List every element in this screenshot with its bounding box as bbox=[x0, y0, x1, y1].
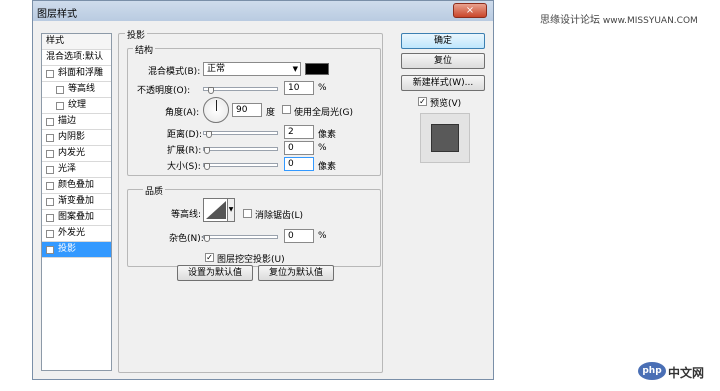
size-slider[interactable] bbox=[203, 163, 278, 170]
style-item-outer-glow[interactable]: 外发光 bbox=[42, 226, 111, 242]
antialias-checkbox[interactable] bbox=[243, 209, 252, 218]
style-item-color-overlay[interactable]: 颜色叠加 bbox=[42, 178, 111, 194]
checkbox[interactable] bbox=[46, 198, 54, 206]
angle-field[interactable]: 90 bbox=[232, 103, 262, 117]
make-default-button[interactable]: 设置为默认值 bbox=[177, 265, 253, 281]
size-field[interactable]: 0 bbox=[284, 157, 314, 171]
size-unit: 像素 bbox=[318, 162, 337, 172]
preview-checkbox[interactable]: ✓ bbox=[418, 97, 427, 106]
style-list-header[interactable]: 样式 bbox=[42, 34, 111, 50]
size-slider-thumb[interactable] bbox=[204, 163, 210, 170]
global-light-label: 使用全局光(G) bbox=[294, 108, 353, 118]
angle-unit: 度 bbox=[266, 108, 276, 118]
spread-slider[interactable] bbox=[203, 147, 278, 154]
spread-unit: % bbox=[318, 143, 327, 153]
contour-preview-icon bbox=[206, 201, 226, 219]
layer-style-dialog: 图层样式 × 样式 混合选项:默认 斜面和浮雕 等高线 纹理 描边 内阴影 内发… bbox=[32, 0, 494, 380]
checkbox[interactable] bbox=[46, 166, 54, 174]
style-item-pattern-overlay[interactable]: 图案叠加 bbox=[42, 210, 111, 226]
php-logo-text: 中文网 bbox=[668, 366, 705, 380]
opacity-field[interactable]: 10 bbox=[284, 81, 314, 95]
knockout-label: 图层挖空投影(U) bbox=[217, 255, 285, 265]
structure-title: 结构 bbox=[133, 43, 156, 56]
reset-default-button[interactable]: 复位为默认值 bbox=[258, 265, 334, 281]
preview-label: 预览(V) bbox=[430, 99, 462, 109]
distance-slider[interactable] bbox=[203, 131, 278, 138]
contour-label: 等高线: bbox=[171, 210, 202, 220]
distance-slider-thumb[interactable] bbox=[206, 131, 212, 138]
chevron-down-icon: ▼ bbox=[228, 206, 234, 213]
php-logo-badge: php bbox=[638, 362, 666, 380]
angle-dial[interactable] bbox=[203, 97, 229, 123]
style-item-gradient-overlay[interactable]: 渐变叠加 bbox=[42, 194, 111, 210]
style-preview-swatch bbox=[431, 124, 459, 152]
noise-slider-thumb[interactable] bbox=[204, 235, 210, 242]
spread-label: 扩展(R): bbox=[167, 146, 202, 156]
drop-shadow-title: 投影 bbox=[125, 28, 148, 41]
blend-mode-select[interactable]: 正常 ▼ bbox=[203, 62, 301, 76]
window-title: 图层样式 bbox=[37, 9, 77, 20]
quality-title: 品质 bbox=[143, 184, 166, 197]
opacity-slider-thumb[interactable] bbox=[208, 87, 214, 94]
blend-mode-label: 混合模式(B): bbox=[148, 67, 201, 77]
shadow-color-swatch[interactable] bbox=[305, 63, 329, 75]
php-logo: php 中文网 bbox=[638, 362, 712, 382]
style-list: 样式 混合选项:默认 斜面和浮雕 等高线 纹理 描边 内阴影 内发光 光泽 颜色… bbox=[41, 33, 112, 371]
chevron-down-icon: ▼ bbox=[292, 65, 298, 73]
angle-label: 角度(A): bbox=[165, 108, 200, 118]
spread-slider-thumb[interactable] bbox=[204, 147, 210, 154]
ok-button[interactable]: 确定 bbox=[401, 33, 485, 49]
checkbox[interactable] bbox=[56, 102, 64, 110]
style-item-inner-glow[interactable]: 内发光 bbox=[42, 146, 111, 162]
style-item-drop-shadow[interactable]: ✓ 投影 bbox=[42, 242, 111, 258]
global-light-checkbox[interactable] bbox=[282, 105, 291, 114]
title-bar[interactable]: 图层样式 × bbox=[33, 1, 493, 21]
checkbox[interactable] bbox=[46, 150, 54, 158]
close-button[interactable]: × bbox=[453, 3, 487, 18]
opacity-unit: % bbox=[318, 83, 327, 93]
distance-field[interactable]: 2 bbox=[284, 125, 314, 139]
style-item-texture[interactable]: 纹理 bbox=[42, 98, 111, 114]
knockout-checkbox[interactable]: ✓ bbox=[205, 253, 214, 262]
checkbox[interactable] bbox=[56, 86, 64, 94]
style-item-contour[interactable]: 等高线 bbox=[42, 82, 111, 98]
watermark-site-cn: 思缘设计论坛 bbox=[540, 15, 600, 26]
noise-label: 杂色(N): bbox=[169, 234, 204, 244]
spread-field[interactable]: 0 bbox=[284, 141, 314, 155]
checkbox[interactable] bbox=[46, 214, 54, 222]
checkbox[interactable] bbox=[46, 134, 54, 142]
watermark-site-url: www.MISSYUAN.COM bbox=[602, 16, 698, 26]
style-item-bevel[interactable]: 斜面和浮雕 bbox=[42, 66, 111, 82]
style-preview bbox=[420, 113, 470, 163]
watermark-site: 思缘设计论坛 www.MISSYUAN.COM bbox=[540, 11, 698, 26]
style-item-blend-options[interactable]: 混合选项:默认 bbox=[42, 50, 111, 66]
new-style-button[interactable]: 新建样式(W)... bbox=[401, 75, 485, 91]
contour-dropdown[interactable]: ▼ bbox=[227, 198, 235, 222]
reset-button[interactable]: 复位 bbox=[401, 53, 485, 69]
noise-unit: % bbox=[318, 231, 327, 241]
checkbox[interactable] bbox=[46, 70, 54, 78]
dialog-body: 样式 混合选项:默认 斜面和浮雕 等高线 纹理 描边 内阴影 内发光 光泽 颜色… bbox=[33, 21, 493, 379]
checkbox[interactable] bbox=[46, 118, 54, 126]
checkbox[interactable] bbox=[46, 182, 54, 190]
contour-picker[interactable] bbox=[203, 198, 229, 222]
distance-unit: 像素 bbox=[318, 130, 337, 140]
distance-label: 距离(D): bbox=[167, 130, 202, 140]
style-item-satin[interactable]: 光泽 bbox=[42, 162, 111, 178]
style-item-inner-shadow[interactable]: 内阴影 bbox=[42, 130, 111, 146]
checkbox-checked[interactable]: ✓ bbox=[46, 246, 54, 254]
noise-field[interactable]: 0 bbox=[284, 229, 314, 243]
opacity-label: 不透明度(O): bbox=[137, 86, 191, 96]
style-item-stroke[interactable]: 描边 bbox=[42, 114, 111, 130]
antialias-label: 消除锯齿(L) bbox=[255, 211, 304, 221]
size-label: 大小(S): bbox=[167, 162, 201, 172]
angle-dial-hand bbox=[216, 100, 217, 111]
noise-slider[interactable] bbox=[203, 235, 278, 242]
opacity-slider[interactable] bbox=[203, 87, 278, 94]
checkbox[interactable] bbox=[46, 230, 54, 238]
